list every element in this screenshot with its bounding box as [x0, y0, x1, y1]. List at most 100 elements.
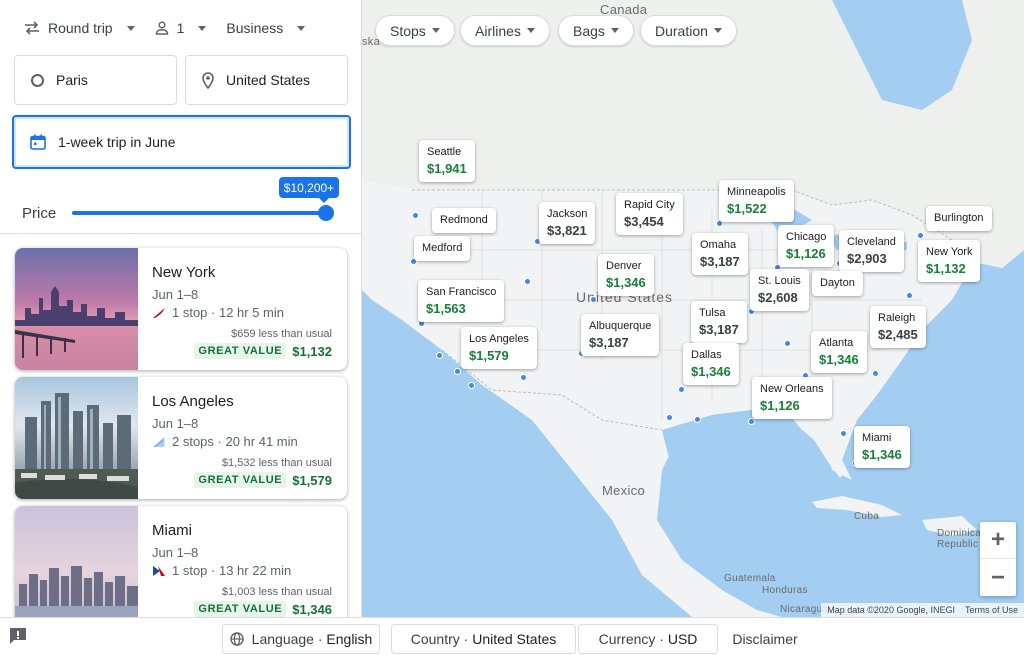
airport-dot[interactable] — [678, 386, 685, 393]
map-attribution: Map data ©2020 Google, INEGI Terms of Us… — [821, 603, 1024, 617]
airport-dot[interactable] — [906, 292, 913, 299]
country-value: United States — [472, 631, 557, 647]
map-pin-tulsa[interactable]: Tulsa $3,187 — [691, 301, 747, 344]
result-card-miami[interactable]: Miami Jun 1–8 1 stop · 13 hr 22 min $1,0… — [15, 506, 347, 617]
airline-logo-icon — [153, 565, 165, 576]
map-pin-los-angeles[interactable]: Los Angeles $1,579 — [461, 327, 537, 370]
map-pin-atlanta[interactable]: Atlanta $1,346 — [811, 331, 867, 374]
airport-dot[interactable] — [748, 418, 755, 425]
pin-price: $1,346 — [691, 363, 731, 379]
map-pin-denver[interactable]: Denver $1,346 — [598, 254, 654, 297]
result-savings: $1,003 less than usual — [221, 586, 332, 598]
map-label-guatemala: Guatemala — [724, 573, 776, 584]
zoom-in-button[interactable]: + — [980, 522, 1016, 559]
result-flight-info: 1 stop · 13 hr 22 min — [152, 563, 291, 578]
map-pin-new-orleans[interactable]: New Orleans $1,126 — [752, 377, 832, 420]
cabin-class-select[interactable]: Business — [226, 20, 306, 36]
zoom-out-button[interactable]: − — [980, 559, 1016, 596]
map-pin-albuquerque[interactable]: Albuquerque $3,187 — [581, 314, 660, 357]
map-pin-medford[interactable]: Medford — [414, 236, 471, 261]
origin-field[interactable]: Paris — [14, 55, 177, 105]
destinations-map[interactable]: Stops Airlines Bags Duration Canada ska … — [362, 0, 1024, 617]
result-value-row: GREAT VALUE $1,579 — [194, 472, 332, 488]
dates-field[interactable]: 1-week trip in June — [12, 115, 351, 169]
airport-dot[interactable] — [694, 416, 701, 423]
language-value: English — [326, 631, 373, 647]
country-button[interactable]: Country · United States — [391, 624, 576, 654]
pin-city: Minneapolis — [727, 186, 786, 198]
result-savings: $659 less than usual — [231, 328, 332, 340]
airport-dot[interactable] — [520, 374, 527, 381]
airport-dot[interactable] — [840, 430, 847, 437]
map-pin-chicago[interactable]: Chicago $1,126 — [778, 225, 835, 268]
result-price: $1,346 — [292, 601, 332, 617]
feedback-icon[interactable] — [8, 626, 28, 651]
map-pin-minneapolis[interactable]: Minneapolis $1,522 — [719, 180, 794, 223]
great-value-badge: GREAT VALUE — [194, 472, 287, 488]
currency-button[interactable]: Currency · USD — [578, 624, 718, 654]
map-label-mexico: Mexico — [602, 483, 645, 498]
globe-icon — [229, 632, 244, 646]
trip-type-label: Round trip — [48, 20, 113, 36]
map-pin-miami[interactable]: Miami $1,346 — [854, 426, 910, 469]
airport-dot[interactable] — [412, 212, 419, 219]
result-flight-text: 1 stop · 13 hr 22 min — [172, 563, 292, 578]
price-slider-track[interactable] — [72, 211, 326, 215]
pin-city: Burlington — [934, 212, 984, 224]
result-card-los-angeles[interactable]: Los Angeles Jun 1–8 2 stops · 20 hr 41 m… — [15, 377, 347, 499]
airport-dot[interactable] — [436, 352, 443, 359]
result-dates: Jun 1–8 — [152, 287, 199, 302]
stops-filter[interactable]: Stops — [375, 15, 455, 46]
airport-dot[interactable] — [872, 370, 879, 377]
bags-filter[interactable]: Bags — [558, 15, 634, 46]
map-pin-san-francisco[interactable]: San Francisco $1,563 — [418, 280, 505, 323]
map-pin-redmond[interactable]: Redmond — [432, 208, 496, 233]
airport-dot[interactable] — [784, 340, 791, 347]
country-prefix: Country · — [410, 631, 473, 647]
result-card-new-york[interactable]: New York Jun 1–8 1 stop · 12 hr 5 min $6… — [15, 248, 347, 370]
map-pin-seattle[interactable]: Seattle $1,941 — [419, 140, 475, 183]
terms-of-use-link[interactable]: Terms of Use — [965, 605, 1018, 615]
price-label: Price — [22, 205, 57, 222]
pin-city: New York — [926, 246, 973, 258]
airport-dot[interactable] — [524, 278, 531, 285]
passengers-select[interactable]: 1 — [155, 20, 207, 36]
trip-type-select[interactable]: Round trip — [24, 20, 135, 36]
pin-city: Chicago — [786, 231, 827, 243]
airport-dot[interactable] — [917, 232, 924, 239]
map-pin-cleveland[interactable]: Cleveland $2,903 — [839, 230, 904, 273]
duration-filter-label: Duration — [655, 22, 708, 39]
currency-prefix: Currency · — [598, 631, 668, 647]
map-pin-dallas[interactable]: Dallas $1,346 — [683, 343, 739, 386]
pin-city: Cleveland — [847, 236, 896, 248]
duration-filter[interactable]: Duration — [640, 15, 737, 46]
map-pin-jackson[interactable]: Jackson $3,821 — [539, 202, 596, 245]
country-label: Country · United States — [411, 631, 557, 647]
zoom-controls: + − — [980, 522, 1016, 596]
chevron-down-icon — [297, 25, 306, 31]
airport-dot[interactable] — [454, 368, 461, 375]
map-pin-burlington[interactable]: Burlington — [926, 206, 992, 231]
chevron-down-icon — [198, 25, 207, 31]
disclaimer-link[interactable]: Disclaimer — [722, 624, 808, 654]
map-pin-rapid-city[interactable]: Rapid City $3,454 — [616, 193, 683, 236]
dates-value: 1-week trip in June — [58, 134, 176, 150]
airport-dot[interactable] — [666, 414, 673, 421]
pin-price: $1,132 — [926, 260, 966, 276]
price-slider-handle[interactable] — [318, 205, 334, 221]
map-pin-dayton[interactable]: Dayton — [812, 271, 863, 296]
result-flight-text: 1 stop · 12 hr 5 min — [172, 305, 284, 320]
map-pin-new-york[interactable]: New York $1,132 — [918, 240, 981, 283]
map-pin-raleigh[interactable]: Raleigh $2,485 — [870, 306, 926, 349]
airport-dot[interactable] — [468, 382, 475, 389]
great-value-badge: GREAT VALUE — [194, 601, 287, 617]
pin-price: $3,187 — [699, 321, 739, 337]
airport-dot[interactable] — [590, 296, 597, 303]
map-pin-st-louis[interactable]: St. Louis $2,608 — [750, 269, 809, 312]
map-pin-omaha[interactable]: Omaha $3,187 — [692, 233, 748, 276]
map-label-canada: Canada — [600, 2, 648, 17]
pin-price: $1,522 — [727, 200, 767, 216]
language-button[interactable]: Language · English — [222, 624, 380, 654]
destination-field[interactable]: United States — [185, 55, 348, 105]
airlines-filter[interactable]: Airlines — [460, 15, 550, 46]
